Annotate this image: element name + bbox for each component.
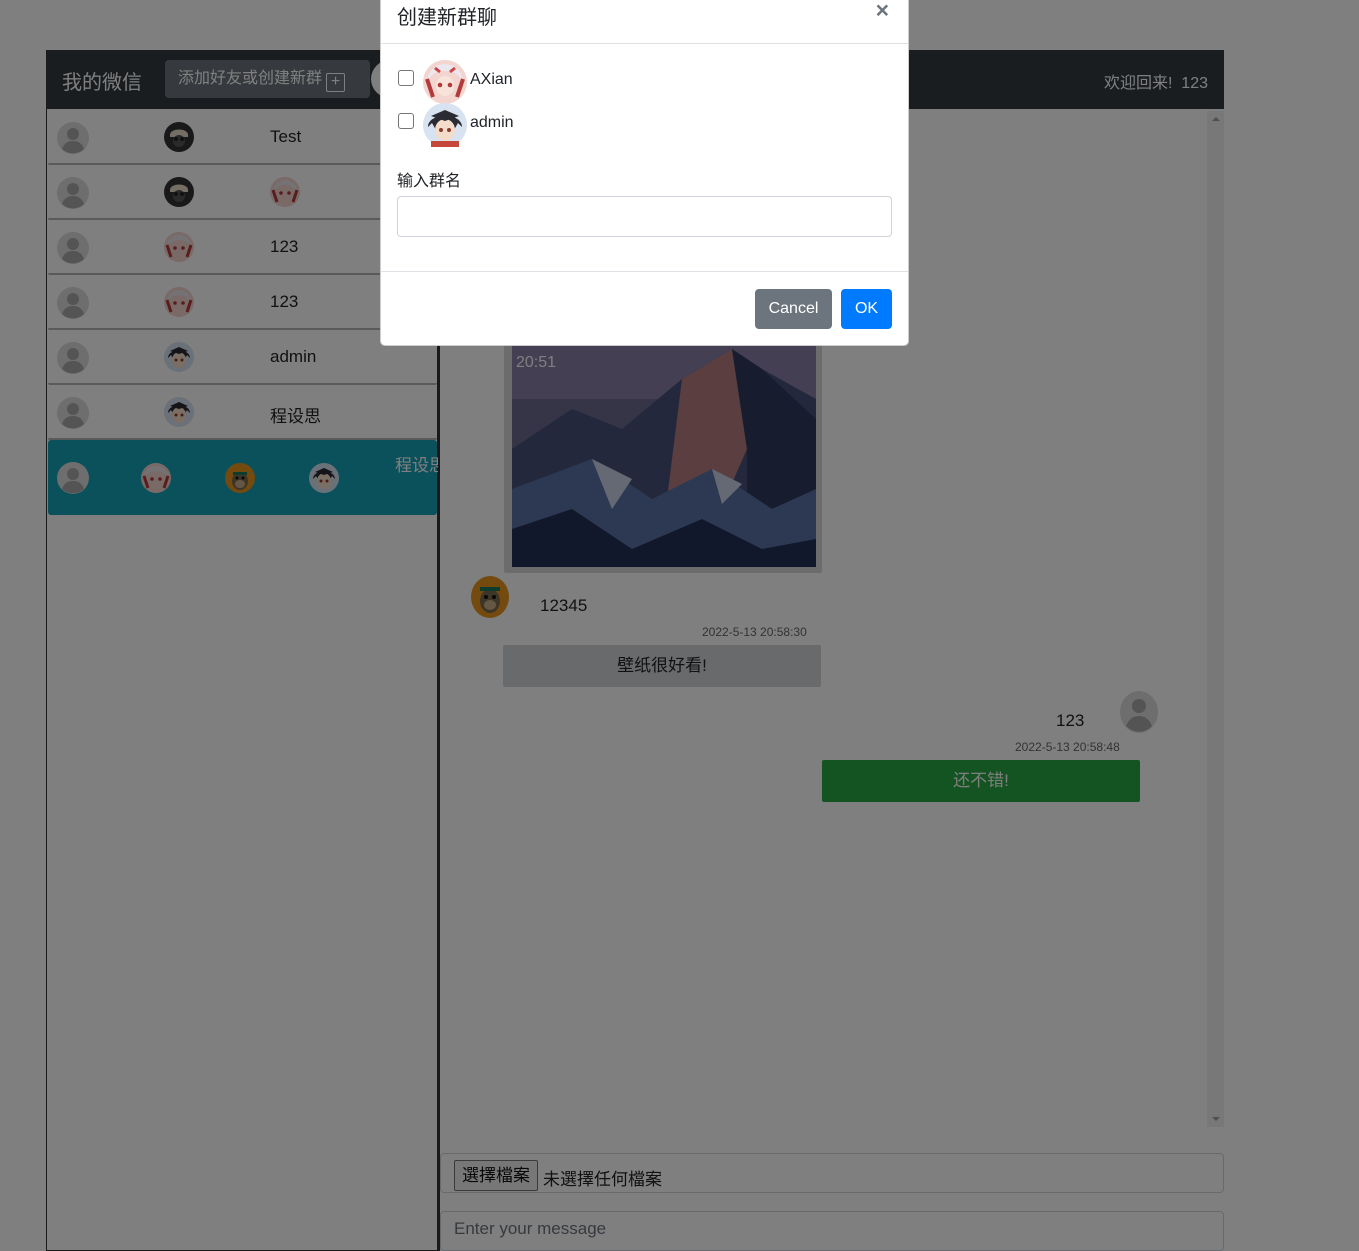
cancel-button[interactable]: Cancel: [755, 289, 832, 329]
anime-girl-avatar-icon: [423, 60, 467, 104]
group-name-input[interactable]: [397, 196, 892, 237]
member-name: AXian: [470, 71, 513, 88]
member-checkbox[interactable]: [398, 113, 414, 129]
create-group-modal: 创建新群聊 × AXian admin 输入群名 Cancel OK: [380, 0, 909, 346]
member-checkbox[interactable]: [398, 70, 414, 86]
modal-title: 创建新群聊: [397, 7, 497, 29]
anime-boy-avatar-icon: [423, 103, 467, 147]
modal-header: 创建新群聊 ×: [381, 0, 908, 44]
group-name-label: 输入群名: [397, 173, 462, 190]
ok-button[interactable]: OK: [841, 289, 892, 329]
modal-footer: Cancel OK: [381, 271, 908, 346]
close-icon[interactable]: ×: [876, 0, 889, 22]
member-name: admin: [470, 114, 514, 131]
member-option[interactable]: AXian: [397, 60, 697, 104]
member-option[interactable]: admin: [397, 103, 697, 147]
